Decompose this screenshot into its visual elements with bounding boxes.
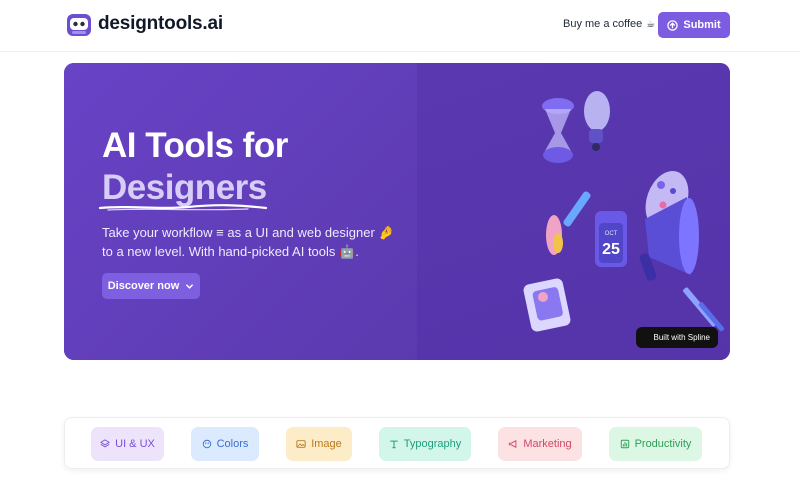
category-chip-marketing[interactable]: Marketing [498, 427, 582, 461]
robot-logo-icon[interactable] [66, 12, 92, 38]
scribble-underline-icon [98, 204, 268, 211]
chart-icon [620, 439, 629, 449]
category-label: Marketing [523, 438, 572, 450]
image-frame-icon [523, 278, 571, 332]
calendar-icon: OCT 25 [595, 211, 627, 267]
category-chip-image[interactable]: Image [286, 427, 352, 461]
image-icon [296, 440, 306, 448]
discover-label: Discover now [107, 280, 180, 292]
coffee-icon: ☕ [646, 18, 656, 30]
built-with-spline-badge[interactable]: Built with Spline [636, 327, 718, 348]
hero-title-line1: AI Tools for [102, 126, 288, 165]
coffee-link-label: Buy me a coffee [563, 18, 643, 30]
type-icon [389, 440, 398, 449]
buy-coffee-link[interactable]: Buy me a coffee ☕ [563, 18, 655, 30]
pen-icon [546, 191, 591, 255]
pencil-icon [683, 287, 725, 332]
calendar-day: 25 [602, 241, 620, 258]
layers-icon [100, 439, 110, 448]
upload-circle-icon [667, 19, 679, 31]
site-header: designtools.ai Buy me a coffee ☕ Submit [0, 0, 800, 52]
hero-description: Take your workflow ≡ as a UI and web des… [102, 225, 395, 259]
palette-icon [202, 439, 211, 449]
category-chip-ui-ux[interactable]: UI & UX [91, 427, 164, 461]
hero-banner: AI Tools for Designers Take your workflo… [64, 63, 730, 360]
category-chip-typography[interactable]: Typography [379, 427, 471, 461]
category-label: UI & UX [115, 438, 155, 450]
category-label: Image [311, 438, 342, 450]
spline-badge-label: Built with Spline [653, 333, 710, 342]
category-bar: UI & UX Colors Image Typography Marketin… [64, 417, 730, 469]
megaphone-icon [509, 440, 517, 448]
design-tools-illustration: OCT 25 [523, 91, 725, 332]
brand-name[interactable]: designtools.ai [98, 13, 223, 35]
submit-label: Submit [683, 19, 721, 31]
lightbulb-icon [584, 91, 610, 151]
chevron-down-icon [186, 283, 194, 289]
category-label: Colors [216, 438, 249, 450]
category-chip-colors[interactable]: Colors [191, 427, 259, 461]
calendar-month: OCT [605, 231, 618, 237]
discover-now-button[interactable]: Discover now [102, 273, 200, 299]
category-chip-productivity[interactable]: Productivity [609, 427, 702, 461]
hourglass-icon [542, 98, 574, 163]
submit-button[interactable]: Submit [658, 12, 730, 38]
category-label: Typography [403, 438, 462, 450]
category-label: Productivity [634, 438, 692, 450]
